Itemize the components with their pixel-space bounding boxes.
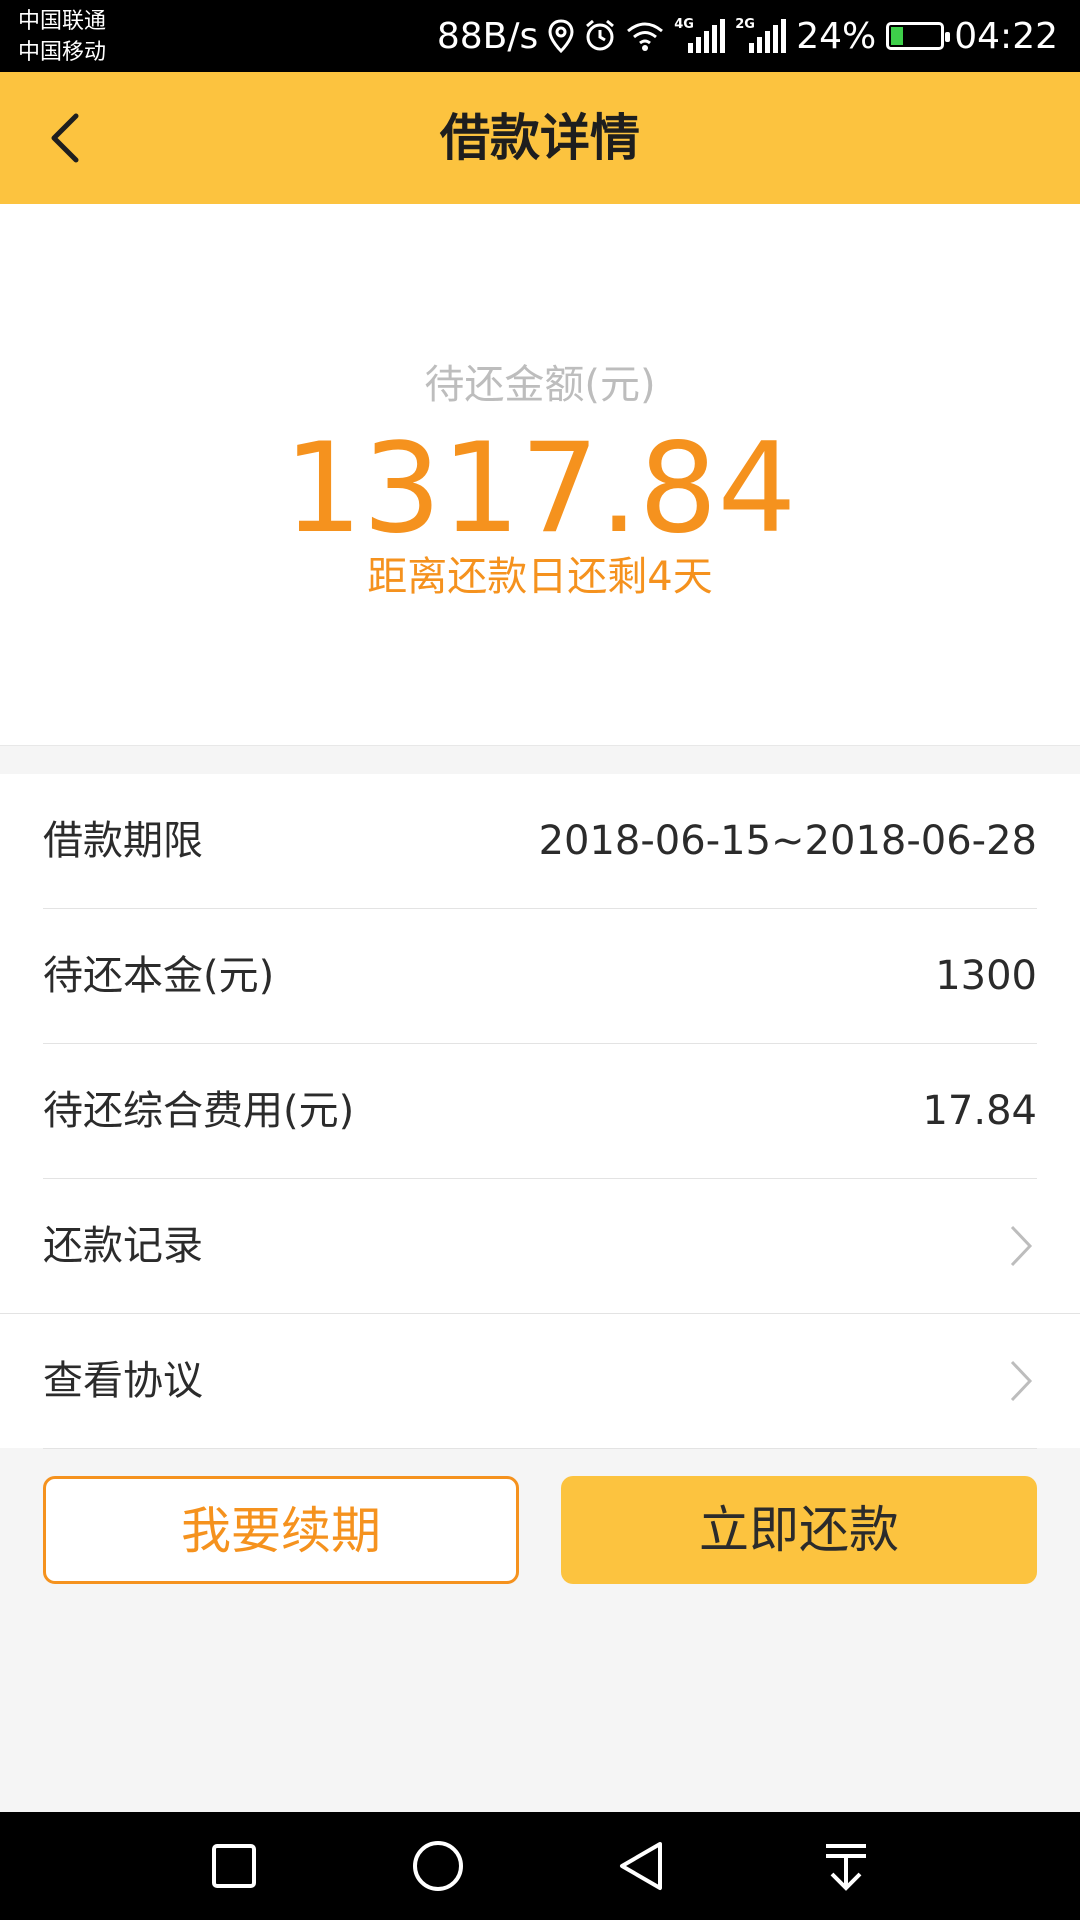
square-recents-icon[interactable]: [204, 1836, 264, 1896]
list-item-principal: 待还本金(元) 1300: [0, 909, 1080, 1044]
renew-button[interactable]: 我要续期: [43, 1476, 519, 1584]
clock: 04:22: [954, 15, 1058, 57]
status-icons: 88B/s 4G 2G 24% 04:22: [437, 0, 1058, 72]
row-label: 还款记录: [43, 1223, 203, 1269]
repayment-summary: 待还金额(元) 1317.84 距离还款日还剩4天: [0, 204, 1080, 746]
divider: [43, 1448, 1037, 1449]
row-value: 2018-06-15~2018-06-28: [538, 818, 1037, 864]
pull-down-icon[interactable]: [816, 1836, 876, 1896]
row-label: 借款期限: [43, 818, 203, 864]
amount-due-label: 待还金额(元): [424, 362, 656, 408]
page-title: 借款详情: [440, 109, 640, 167]
row-value: 1300: [935, 953, 1037, 999]
row-value: 17.84: [922, 1088, 1037, 1134]
alarm-icon: [586, 19, 615, 51]
status-bar: 中国联通 中国移动 88B/s 4G 2G 24% 04:22: [0, 0, 1080, 72]
screen: 中国联通 中国移动 88B/s 4G 2G 24% 04:22 借款详情 待还金…: [0, 0, 1080, 1920]
net-speed: 88B/s: [436, 15, 539, 57]
list-item-loan-term: 借款期限 2018-06-15~2018-06-28: [0, 774, 1080, 909]
carrier-info: 中国联通 中国移动: [18, 6, 106, 68]
circle-home-icon[interactable]: [408, 1836, 468, 1896]
chevron-right-icon: [1010, 1225, 1033, 1267]
triangle-back-icon[interactable]: [612, 1836, 672, 1896]
system-nav-bar: [0, 1812, 1080, 1920]
loan-details-list: 借款期限 2018-06-15~2018-06-28 待还本金(元) 1300 …: [0, 774, 1080, 1449]
amount-due-value: 1317.84: [283, 417, 797, 561]
carrier-1: 中国联通: [18, 9, 107, 34]
repay-now-button[interactable]: 立即还款: [561, 1476, 1037, 1584]
location-icon: [548, 19, 574, 53]
battery-percent: 24%: [796, 15, 877, 57]
signal-2-icon: 2G: [735, 17, 787, 53]
wifi-icon: [627, 22, 664, 51]
row-label: 待还综合费用(元): [43, 1088, 355, 1134]
app-header: 借款详情: [0, 72, 1080, 204]
carrier-2: 中国移动: [18, 40, 107, 65]
chevron-right-icon: [1010, 1360, 1033, 1402]
list-item-repayment-records[interactable]: 还款记录: [0, 1179, 1080, 1314]
due-countdown: 距离还款日还剩4天: [367, 554, 713, 600]
row-label: 待还本金(元): [43, 953, 275, 999]
row-label: 查看协议: [43, 1358, 203, 1404]
list-item-fees: 待还综合费用(元) 17.84: [0, 1044, 1080, 1179]
signal-1-icon: 4G: [674, 17, 726, 53]
list-item-view-agreement[interactable]: 查看协议: [0, 1314, 1080, 1449]
battery-icon: [886, 22, 951, 50]
